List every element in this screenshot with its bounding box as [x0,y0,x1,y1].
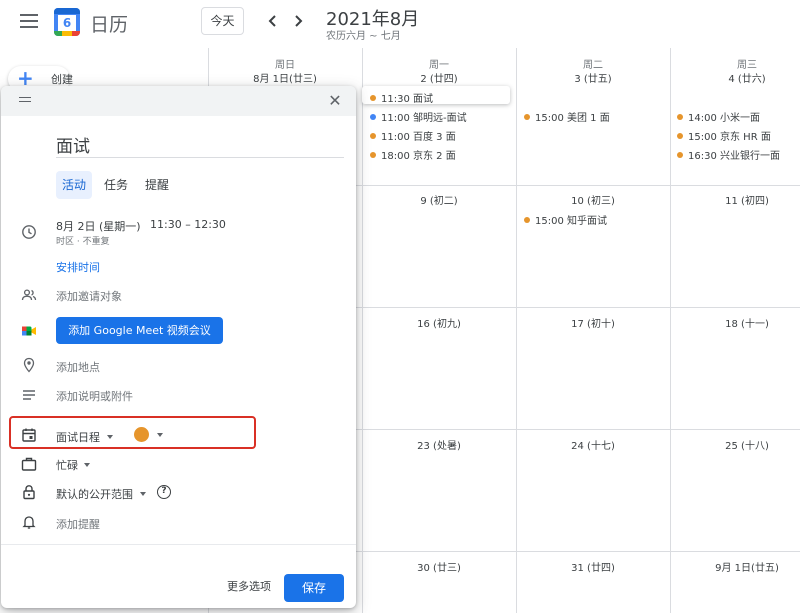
briefcase-icon [21,456,37,472]
add-description-field[interactable]: 添加说明或附件 [56,388,133,404]
chevron-down-icon[interactable] [157,433,163,437]
event-label: 14:00 小米一面 [688,113,760,124]
add-guests-field[interactable]: 添加邀请对象 [56,288,122,304]
chevron-down-icon[interactable] [84,463,90,467]
bell-icon [21,514,37,530]
today-button[interactable]: 今天 [201,7,244,35]
date-aug-9[interactable]: 9 (初二) [362,192,516,207]
event-label: 15:00 知乎面试 [535,216,607,227]
weekday-tue: 周二 [583,60,603,71]
visibility-select[interactable]: 默认的公开范围 [56,486,133,502]
description-icon [21,387,37,403]
more-options-button[interactable]: 更多选项 [224,574,274,600]
date-aug-24[interactable]: 24 (十七) [516,437,670,452]
close-icon[interactable]: ✕ [326,92,344,110]
event-dot-icon [524,217,530,223]
schedule-link[interactable]: 安排时间 [56,259,100,275]
save-button[interactable]: 保存 [284,574,344,602]
create-label[interactable]: 创建 [51,71,73,87]
event-dot-icon [677,152,683,158]
event-label: 11:30 面试 [381,94,433,105]
event-label: 18:00 京东 2 面 [381,151,456,162]
date-aug-11[interactable]: 11 (初四) [670,192,800,207]
event-label: 15:00 京东 HR 面 [688,132,771,143]
event-dot-icon [370,133,376,139]
event-dot-icon [370,114,376,120]
lunar-subtitle: 农历六月 ~ 七月 [326,31,401,42]
help-icon[interactable]: ? [157,485,171,499]
event-chip[interactable]: 11:00 百度 3 面 [370,128,456,143]
add-notification-field[interactable]: 添加提醒 [56,516,100,532]
date-aug-30[interactable]: 30 (廿三) [362,559,516,574]
date-aug-1[interactable]: 8月 1日(廿三) [208,70,362,85]
calendar-app: 6 日历 今天 2021年8月 农历六月 ~ 七月 + 创建 周日 周一 周二 … [0,0,800,613]
calendar-logo-icon: 6 [54,8,80,36]
dialog-topbar: ✕ [1,86,356,116]
event-label: 11:00 邹明远-面试 [381,113,467,124]
event-chip[interactable]: 18:00 京东 2 面 [370,147,456,162]
chevron-down-icon[interactable] [140,492,146,496]
app-title: 日历 [90,14,129,36]
guests-icon [21,287,37,303]
main-menu-icon[interactable] [20,14,38,28]
lock-icon [21,484,37,500]
date-aug-2[interactable]: 2 (廿四) [362,70,516,85]
event-chip[interactable]: 16:30 兴业银行一面 [677,147,780,162]
quick-event-dialog: ✕ 活动 任务 提醒 8月 2日 (星期一) 11:30 – 12:30 时区 … [1,86,356,608]
date-aug-4[interactable]: 4 (廿六) [670,70,800,85]
weekday-mon: 周一 [429,60,449,71]
event-chip[interactable]: 14:00 小米一面 [677,109,760,124]
event-dot-icon [677,114,683,120]
date-sep-1[interactable]: 9月 1日(廿五) [670,559,800,574]
event-label: 16:30 兴业银行一面 [688,151,780,162]
event-chip[interactable]: 11:00 邹明远-面试 [370,109,467,124]
event-label: 11:00 百度 3 面 [381,132,456,143]
event-label: 15:00 美团 1 面 [535,113,610,124]
tab-event[interactable]: 活动 [56,171,92,199]
dialog-divider [1,544,356,545]
event-chip[interactable]: 11:30 面试 [370,90,433,105]
location-pin-icon [21,357,37,373]
next-week-icon[interactable] [289,11,307,31]
event-dot-icon [677,133,683,139]
date-aug-23[interactable]: 23 (处暑) [362,437,516,452]
previous-week-icon[interactable] [264,11,282,31]
date-aug-3[interactable]: 3 (廿五) [516,70,670,85]
timezone-note[interactable]: 时区 · 不重复 [56,234,110,247]
event-chip[interactable]: 15:00 美团 1 面 [524,109,610,124]
tab-reminder[interactable]: 提醒 [139,171,175,199]
add-google-meet-button[interactable]: 添加 Google Meet 视频会议 [56,317,223,344]
event-title-input[interactable] [56,132,344,158]
date-aug-16[interactable]: 16 (初九) [362,315,516,330]
event-time-range[interactable]: 11:30 – 12:30 [150,218,226,231]
date-aug-18[interactable]: 18 (十一) [670,315,800,330]
event-chip[interactable]: 15:00 知乎面试 [524,212,607,227]
date-aug-25[interactable]: 25 (十八) [670,437,800,452]
date-aug-10[interactable]: 10 (初三) [516,192,670,207]
clock-icon [21,224,37,240]
top-header: 6 日历 今天 2021年8月 农历六月 ~ 七月 [0,0,800,48]
calendar-selector-highlight [9,416,256,449]
event-chip[interactable]: 15:00 京东 HR 面 [677,128,771,143]
calendar-icon [21,427,37,443]
chevron-down-icon[interactable] [107,435,113,439]
plus-icon: + [17,66,34,90]
weekday-sun: 周日 [275,60,295,71]
busy-status-select[interactable]: 忙碌 [56,457,78,473]
event-date[interactable]: 8月 2日 (星期一) [56,218,141,234]
event-dot-icon [370,152,376,158]
event-dot-icon [524,114,530,120]
drag-handle-icon[interactable] [19,97,31,103]
date-aug-31[interactable]: 31 (廿四) [516,559,670,574]
event-dot-icon [370,95,376,101]
tab-task[interactable]: 任务 [98,171,134,199]
logo-day-number: 6 [58,15,76,31]
calendar-select[interactable]: 面试日程 [56,429,100,445]
date-aug-17[interactable]: 17 (初十) [516,315,670,330]
google-meet-icon [21,323,37,339]
weekday-wed: 周三 [737,60,757,71]
event-color-picker[interactable] [134,427,149,442]
add-location-field[interactable]: 添加地点 [56,359,100,375]
